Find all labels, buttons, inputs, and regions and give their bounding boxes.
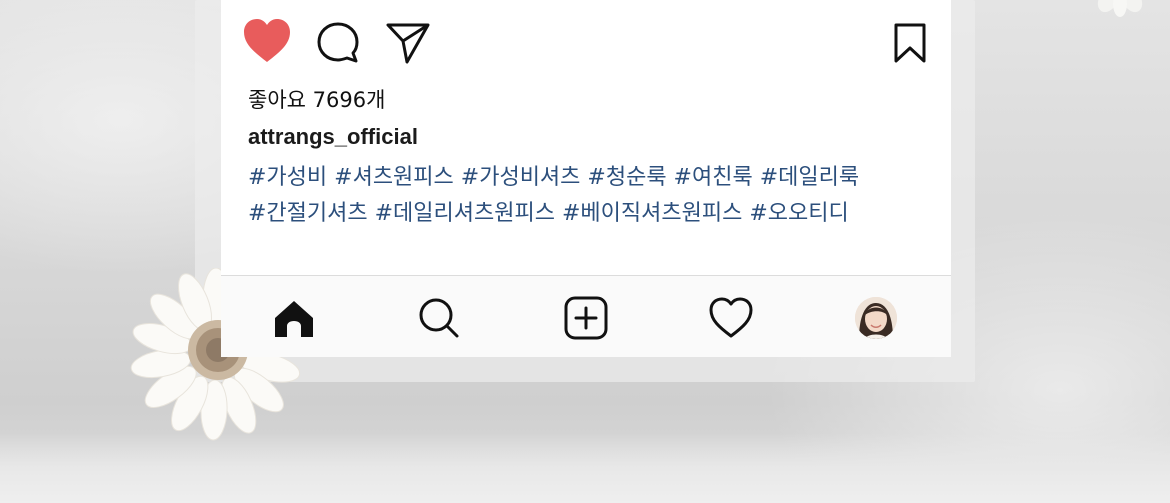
profile-photo: [855, 297, 897, 339]
instagram-post-card: 좋아요 7696개 attrangs_official #가성비 #셔츠원피스 …: [221, 0, 951, 357]
comment-bubble-icon[interactable]: [316, 21, 360, 65]
bookmark-icon[interactable]: [892, 22, 928, 64]
hashtag-caption: #가성비 #셔츠원피스 #가성비셔츠 #청순룩 #여친룩 #데일리룩 #간절기셔…: [248, 160, 938, 232]
profile-avatar[interactable]: [855, 297, 897, 339]
heart-outline-icon[interactable]: [707, 294, 755, 342]
likes-count[interactable]: 좋아요 7696개: [248, 84, 385, 114]
hashtag-line-1[interactable]: #가성비 #셔츠원피스 #가성비셔츠 #청순룩 #여친룩 #데일리룩: [248, 160, 938, 196]
hashtag-line-2[interactable]: #간절기셔츠 #데일리셔츠원피스 #베이직셔츠원피스 #오오티디: [248, 196, 938, 232]
background-floor: [0, 433, 1170, 503]
search-icon[interactable]: [415, 294, 463, 342]
bottom-tab-bar: [221, 275, 951, 357]
add-post-icon[interactable]: [562, 294, 610, 342]
paper-plane-icon[interactable]: [385, 20, 431, 64]
home-icon[interactable]: [270, 294, 318, 342]
post-username[interactable]: attrangs_official: [248, 124, 418, 150]
daisy-decoration-top: [1097, 0, 1143, 17]
heart-filled-icon[interactable]: [242, 18, 292, 64]
post-actions-bar: [221, 0, 951, 80]
